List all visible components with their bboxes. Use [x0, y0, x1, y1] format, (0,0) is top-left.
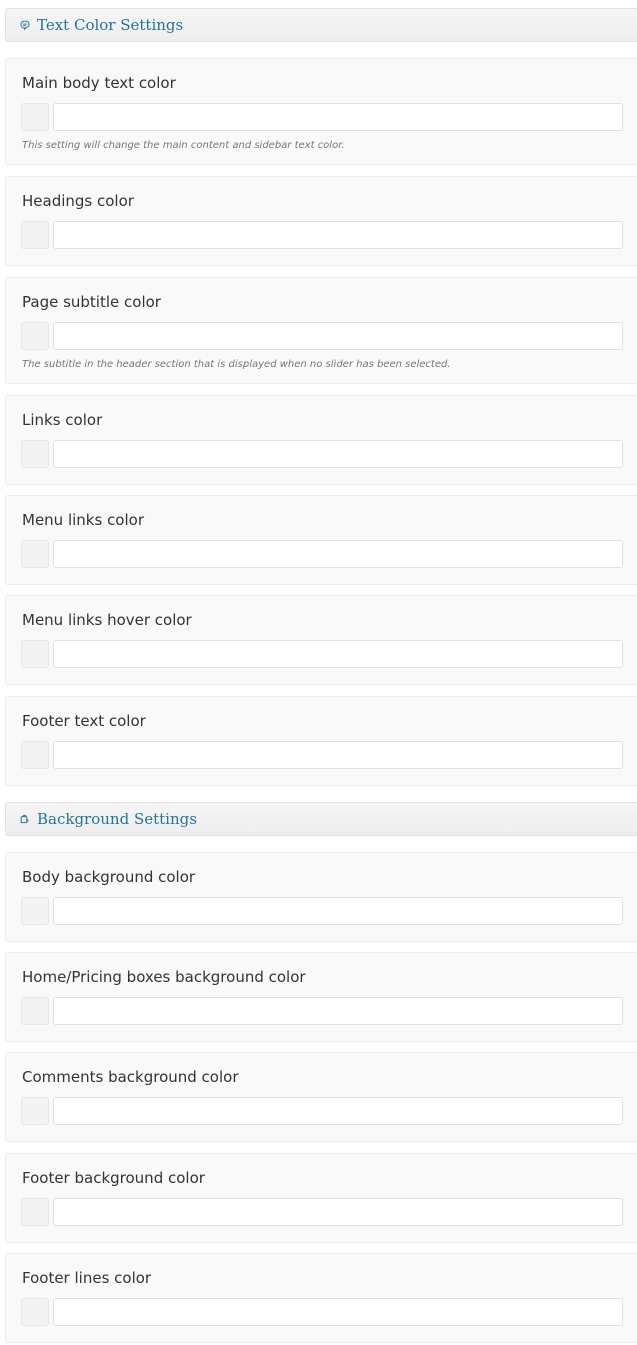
color-input[interactable] [53, 540, 623, 568]
color-input[interactable] [53, 741, 623, 769]
option-menu-links-color: Menu links color [5, 495, 637, 585]
color-input[interactable] [53, 440, 623, 468]
option-home-pricing-boxes-background-color: Home/Pricing boxes background color [5, 952, 637, 1042]
option-footer-text-color: Footer text color [5, 696, 637, 786]
option-description: The subtitle in the header section that … [22, 359, 451, 370]
color-swatch[interactable] [21, 103, 49, 131]
color-swatch[interactable] [21, 322, 49, 350]
palette-icon [20, 20, 30, 30]
color-swatch[interactable] [21, 1198, 49, 1226]
option-description: This setting will change the main conten… [22, 140, 345, 151]
option-menu-links-hover-color: Menu links hover color [5, 595, 637, 685]
option-page-subtitle-color: Page subtitle color The subtitle in the … [5, 277, 637, 384]
color-swatch[interactable] [21, 997, 49, 1025]
color-swatch[interactable] [21, 440, 49, 468]
color-swatch[interactable] [21, 897, 49, 925]
option-links-color: Links color [5, 395, 637, 485]
option-label: Headings color [22, 192, 134, 210]
color-swatch[interactable] [21, 540, 49, 568]
color-input[interactable] [53, 1298, 623, 1326]
option-label: Comments background color [22, 1068, 239, 1086]
section-title: Background Settings [37, 810, 197, 828]
color-swatch[interactable] [21, 1097, 49, 1125]
color-input[interactable] [53, 897, 623, 925]
option-label: Menu links hover color [22, 611, 192, 629]
option-label: Home/Pricing boxes background color [22, 968, 306, 986]
section-header-text-color[interactable]: Text Color Settings [5, 8, 637, 42]
color-swatch[interactable] [21, 221, 49, 249]
color-input[interactable] [53, 221, 623, 249]
color-swatch[interactable] [21, 640, 49, 668]
option-headings-color: Headings color [5, 176, 637, 266]
option-label: Footer text color [22, 712, 146, 730]
color-input[interactable] [53, 322, 623, 350]
option-label: Page subtitle color [22, 293, 161, 311]
paint-bucket-icon [20, 814, 29, 824]
option-footer-background-color: Footer background color [5, 1153, 637, 1243]
option-label: Menu links color [22, 511, 144, 529]
color-input[interactable] [53, 103, 623, 131]
color-input[interactable] [53, 997, 623, 1025]
option-label: Body background color [22, 868, 196, 886]
color-input[interactable] [53, 1198, 623, 1226]
option-label: Footer background color [22, 1169, 205, 1187]
option-comments-background-color: Comments background color [5, 1052, 637, 1142]
option-label: Links color [22, 411, 103, 429]
color-input[interactable] [53, 640, 623, 668]
color-swatch[interactable] [21, 741, 49, 769]
option-footer-lines-color: Footer lines color [5, 1253, 637, 1343]
option-main-body-text-color: Main body text color This setting will c… [5, 58, 637, 165]
option-label: Main body text color [22, 74, 176, 92]
section-title: Text Color Settings [37, 16, 184, 34]
option-body-background-color: Body background color [5, 852, 637, 942]
color-input[interactable] [53, 1097, 623, 1125]
option-label: Footer lines color [22, 1269, 152, 1287]
color-swatch[interactable] [21, 1298, 49, 1326]
section-header-background[interactable]: Background Settings [5, 802, 637, 836]
